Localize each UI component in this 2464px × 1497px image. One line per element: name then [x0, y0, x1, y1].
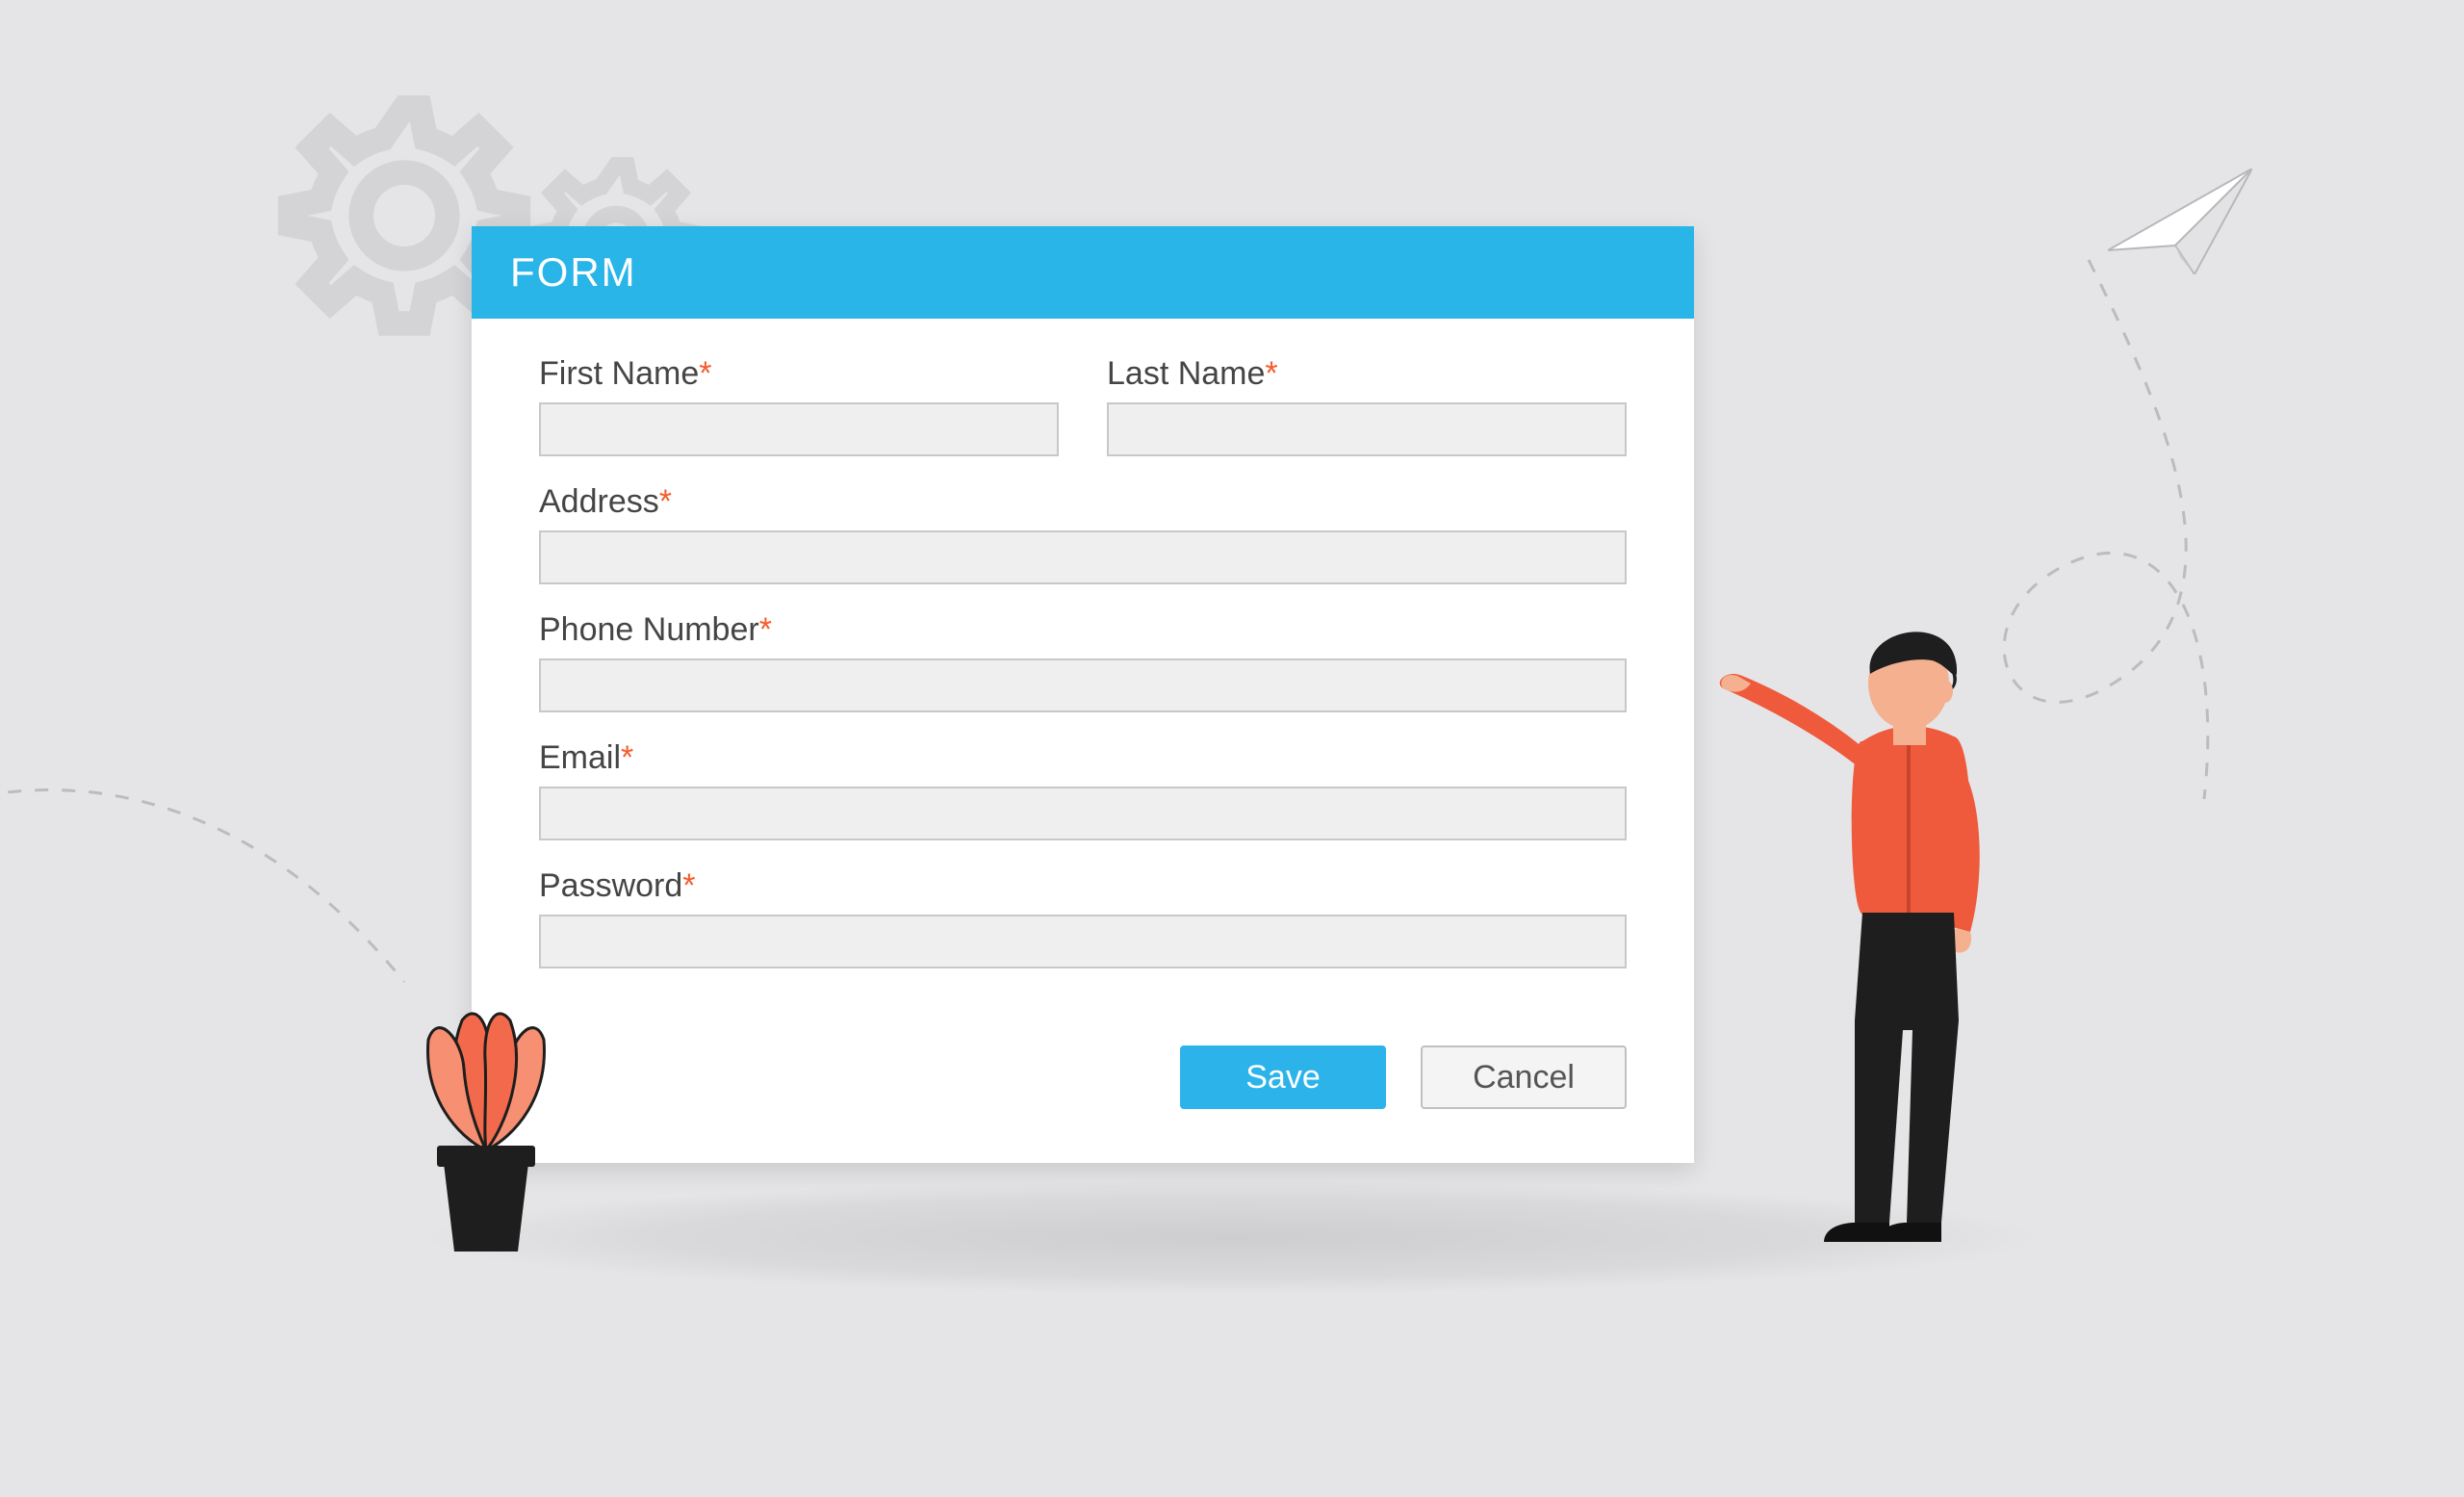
password-input[interactable]: [539, 915, 1627, 968]
form-title: FORM: [472, 226, 1694, 319]
email-label: Email*: [539, 739, 1627, 777]
password-label: Password*: [539, 867, 1627, 905]
address-input[interactable]: [539, 530, 1627, 584]
address-label: Address*: [539, 483, 1627, 521]
field-password: Password*: [539, 867, 1627, 968]
required-marker: *: [759, 611, 772, 648]
label-text: First Name: [539, 355, 699, 392]
form-body: First Name* Last Name* Address*: [472, 319, 1694, 997]
required-marker: *: [699, 355, 711, 392]
label-text: Password: [539, 867, 682, 904]
required-marker: *: [659, 483, 672, 520]
plant-illustration: [404, 972, 568, 1261]
required-marker: *: [621, 739, 633, 776]
first-name-input[interactable]: [539, 402, 1059, 456]
form-actions: Save Cancel: [472, 997, 1694, 1163]
phone-label: Phone Number*: [539, 611, 1627, 649]
paper-plane-icon: [2108, 168, 2252, 274]
phone-input[interactable]: [539, 658, 1627, 712]
person-illustration: [1718, 568, 2065, 1261]
field-last-name: Last Name*: [1107, 355, 1627, 456]
label-text: Email: [539, 739, 621, 776]
last-name-input[interactable]: [1107, 402, 1627, 456]
field-first-name: First Name*: [539, 355, 1059, 456]
email-input[interactable]: [539, 787, 1627, 840]
cancel-button[interactable]: Cancel: [1421, 1045, 1627, 1109]
label-text: Phone Number: [539, 611, 759, 648]
field-address: Address*: [539, 483, 1627, 584]
field-phone: Phone Number*: [539, 611, 1627, 712]
first-name-label: First Name*: [539, 355, 1059, 393]
required-marker: *: [1265, 355, 1277, 392]
form-card: FORM First Name* Last Name* Address*: [472, 226, 1694, 1163]
last-name-label: Last Name*: [1107, 355, 1627, 393]
label-text: Address: [539, 483, 659, 520]
label-text: Last Name: [1107, 355, 1265, 392]
save-button[interactable]: Save: [1180, 1045, 1386, 1109]
field-email: Email*: [539, 739, 1627, 840]
required-marker: *: [682, 867, 695, 904]
